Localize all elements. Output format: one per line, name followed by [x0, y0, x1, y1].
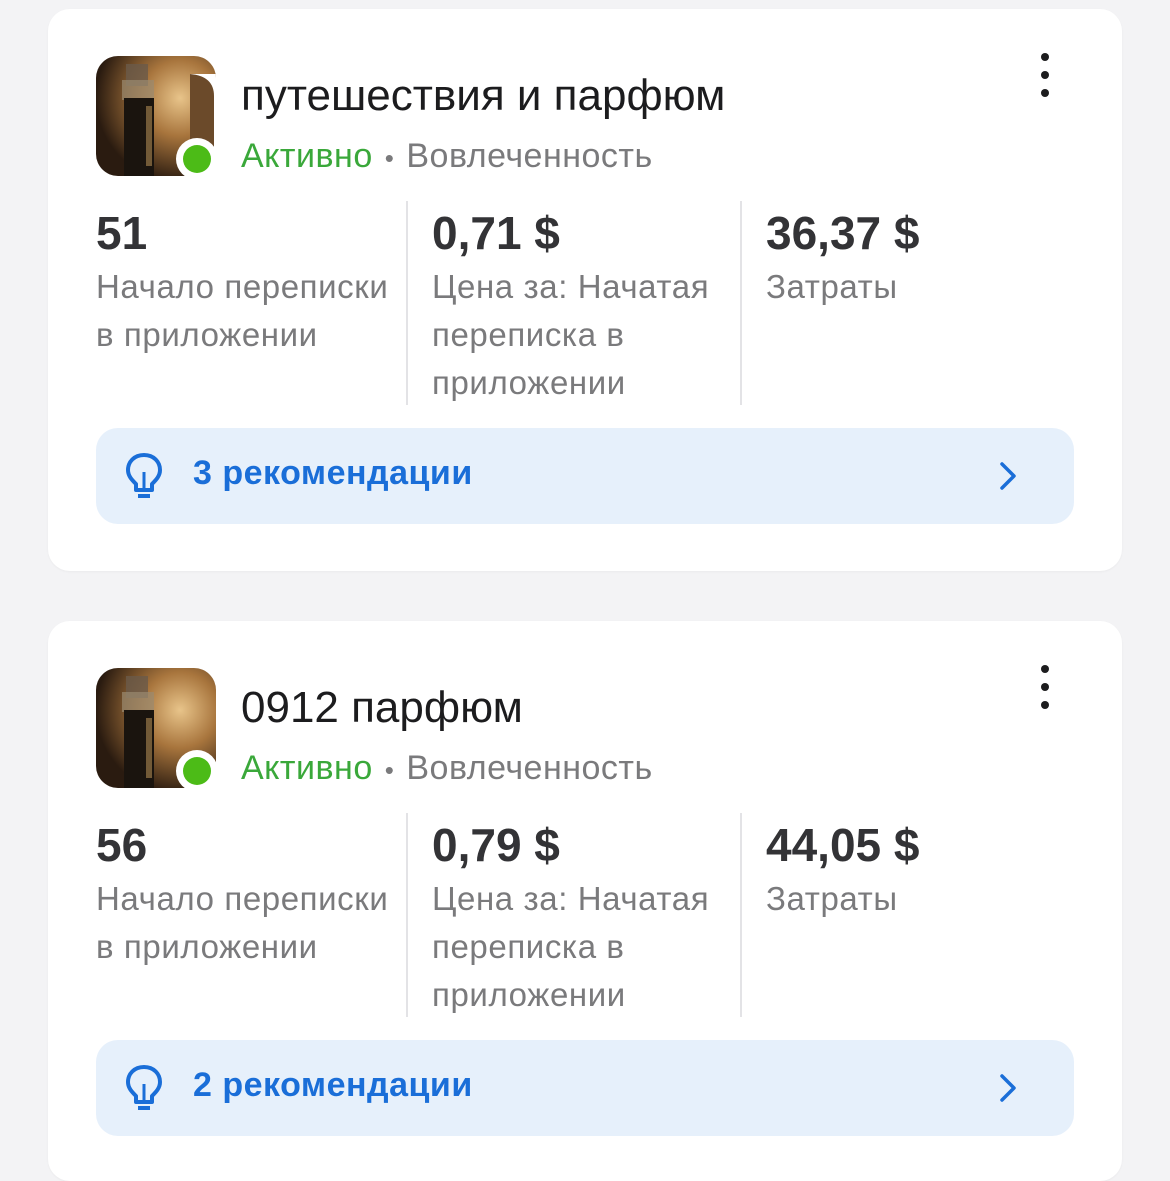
active-status-dot [176, 750, 218, 792]
metric-label: Цена за: Начатая переписка в приложении [432, 880, 710, 1013]
campaign-avatar [96, 56, 218, 180]
campaign-card[interactable]: 0912 парфюм Активно • Вовлеченность 56 Нач… [48, 621, 1122, 1181]
lightbulb-icon [126, 453, 162, 498]
metrics-row: 51 Начало переписки в приложении 0,71 $ … [96, 201, 1096, 405]
metric-value: 36,37 $ [766, 207, 920, 259]
campaign-avatar [96, 668, 218, 792]
recommendations-button[interactable]: 2 рекомендации [96, 1040, 1074, 1136]
campaign-card[interactable]: путешествия и парфюм Активно • Вовлеченнос… [48, 9, 1122, 571]
campaign-title[interactable]: путешествия и парфюм [241, 71, 725, 121]
objective-label: Вовлеченность [406, 749, 653, 787]
metric-value: 0,71 $ [432, 207, 560, 259]
recommendations-button[interactable]: 3 рекомендации [96, 428, 1074, 524]
more-vertical-icon[interactable] [1028, 665, 1062, 709]
campaign-title[interactable]: 0912 парфюм [241, 683, 523, 733]
metric-spend: 36,37 $ Затраты [740, 201, 1070, 405]
metric-spend: 44,05 $ Затраты [740, 813, 1070, 1017]
status-separator: • [384, 143, 395, 173]
more-vertical-icon[interactable] [1028, 53, 1062, 97]
metric-label: Цена за: Начатая переписка в приложении [432, 268, 710, 401]
metric-value: 44,05 $ [766, 819, 920, 871]
metric-label: Затраты [766, 268, 898, 305]
status-label: Активно [241, 749, 373, 787]
metric-label: Начало переписки в приложении [96, 268, 389, 353]
metric-cost-per-result: 0,71 $ Цена за: Начатая переписка в прил… [406, 201, 740, 405]
metric-cost-per-result: 0,79 $ Цена за: Начатая переписка в прил… [406, 813, 740, 1017]
metric-label: Затраты [766, 880, 898, 917]
lightbulb-icon [126, 1065, 162, 1110]
active-status-dot [176, 138, 218, 180]
metric-results: 51 Начало переписки в приложении [96, 201, 406, 405]
campaign-status-line: Активно • Вовлеченность [241, 137, 653, 176]
status-label: Активно [241, 137, 373, 175]
recommendations-label: 2 рекомендации [193, 1066, 473, 1104]
metric-label: Начало переписки в приложении [96, 880, 389, 965]
metric-value: 0,79 $ [432, 819, 560, 871]
recommendations-label: 3 рекомендации [193, 454, 473, 492]
metric-value: 56 [96, 819, 148, 871]
chevron-right-icon [1000, 1074, 1016, 1102]
status-separator: • [384, 755, 395, 785]
chevron-right-icon [1000, 462, 1016, 490]
campaign-status-line: Активно • Вовлеченность [241, 749, 653, 788]
objective-label: Вовлеченность [406, 137, 653, 175]
metric-results: 56 Начало переписки в приложении [96, 813, 406, 1017]
metric-value: 51 [96, 207, 148, 259]
metrics-row: 56 Начало переписки в приложении 0,79 $ … [96, 813, 1096, 1017]
